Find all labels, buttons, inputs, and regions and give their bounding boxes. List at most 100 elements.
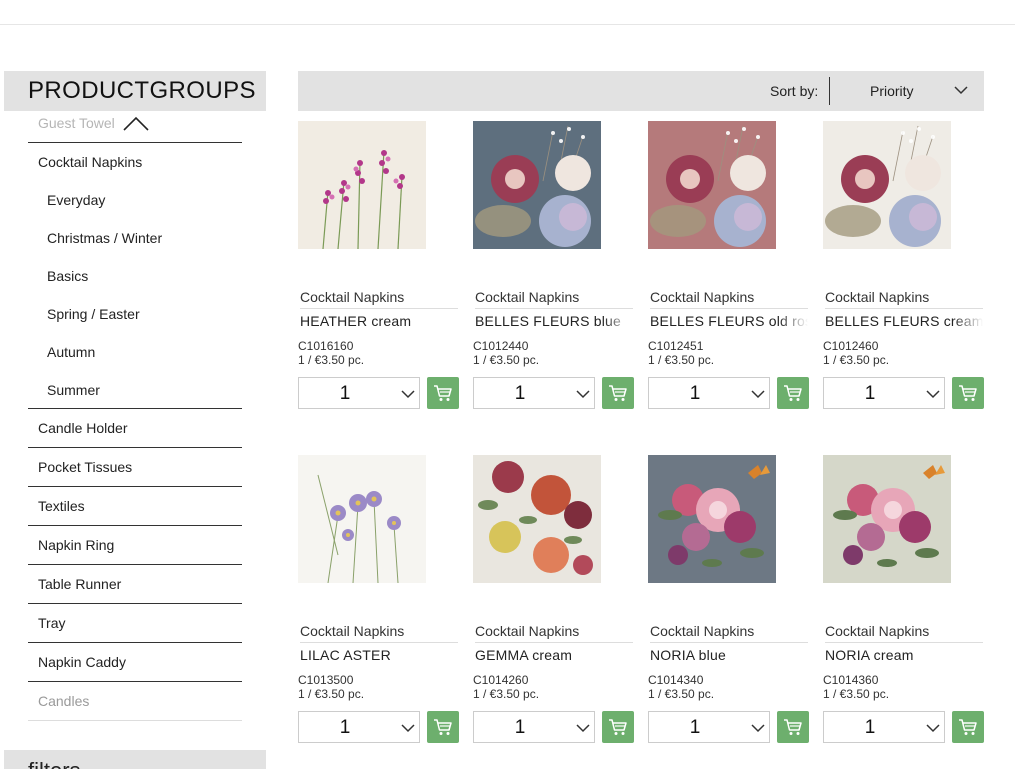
add-to-cart-button[interactable] (952, 711, 984, 743)
sidebar-item-textiles[interactable]: Textiles (28, 487, 242, 526)
cart-icon (609, 719, 627, 735)
sidebar-item-basics[interactable]: Basics (28, 257, 242, 295)
product-card: Cocktail Napkins GEMMA cream C1014260 1 … (473, 455, 634, 745)
cart-icon (784, 719, 802, 735)
product-price: 1 / €3.50 pc. (473, 353, 540, 367)
cart-icon (434, 385, 452, 401)
product-name[interactable]: HEATHER cream (300, 313, 411, 329)
add-to-cart-button[interactable] (777, 377, 809, 409)
productgroups-header: PRODUCTGROUPS (4, 71, 266, 111)
name-fade (428, 313, 458, 329)
product-image[interactable] (298, 121, 426, 249)
sort-bar: Sort by: Priority (298, 71, 984, 111)
chevron-down-icon (926, 390, 940, 399)
quantity-value: 1 (689, 383, 701, 404)
product-price: 1 / €3.50 pc. (473, 687, 540, 701)
product-card: Cocktail Napkins BELLES FLEURS old rose … (648, 121, 809, 411)
quantity-value: 1 (514, 717, 526, 738)
quantity-select[interactable]: 1 (298, 711, 420, 743)
quantity-value: 1 (339, 717, 351, 738)
add-to-cart-button[interactable] (427, 377, 459, 409)
sidebar-item-christmas-winter[interactable]: Christmas / Winter (28, 219, 242, 257)
chevron-down-icon (401, 390, 415, 399)
name-fade (603, 647, 633, 663)
add-to-cart-button[interactable] (777, 711, 809, 743)
product-image[interactable] (473, 455, 601, 583)
chevron-down-icon (576, 724, 590, 733)
quantity-value: 1 (689, 717, 701, 738)
product-category: Cocktail Napkins (825, 623, 983, 643)
product-name[interactable]: BELLES FLEURS blue (475, 313, 621, 329)
product-name-wrap[interactable]: NORIA cream (825, 647, 983, 663)
product-image[interactable] (298, 455, 426, 583)
add-to-cart-button[interactable] (427, 711, 459, 743)
quantity-select[interactable]: 1 (823, 711, 945, 743)
quantity-select[interactable]: 1 (648, 711, 770, 743)
sidebar-item-candle-holder[interactable]: Candle Holder (28, 409, 242, 448)
name-fade (428, 647, 458, 663)
product-code: C1013500 (298, 673, 354, 687)
top-divider (0, 24, 1015, 25)
quantity-select[interactable]: 1 (473, 711, 595, 743)
product-image[interactable] (823, 455, 951, 583)
filters-header[interactable]: filters (4, 750, 266, 769)
quantity-select[interactable]: 1 (823, 377, 945, 409)
name-fade (953, 647, 983, 663)
product-image[interactable] (823, 121, 951, 249)
product-image[interactable] (473, 121, 601, 249)
product-code: C1016160 (298, 339, 354, 353)
quantity-select[interactable]: 1 (648, 377, 770, 409)
product-name[interactable]: LILAC ASTER (300, 647, 391, 663)
sidebar-item-napkin-caddy[interactable]: Napkin Caddy (28, 643, 242, 682)
product-name-wrap[interactable]: BELLES FLEURS cream (825, 313, 983, 329)
product-name[interactable]: NORIA cream (825, 647, 914, 663)
scroll-up-chevron-icon[interactable] (123, 115, 149, 131)
product-price: 1 / €3.50 pc. (823, 353, 890, 367)
sidebar-item-pocket-tissues[interactable]: Pocket Tissues (28, 448, 242, 487)
sidebar-item-spring-easter[interactable]: Spring / Easter (28, 295, 242, 333)
add-to-cart-button[interactable] (602, 377, 634, 409)
sidebar-item-candles[interactable]: Candles (28, 682, 242, 721)
sidebar-item-everyday[interactable]: Everyday (28, 181, 242, 219)
sidebar-item-summer[interactable]: Summer (28, 371, 242, 409)
product-code: C1012451 (648, 339, 704, 353)
product-name[interactable]: GEMMA cream (475, 647, 572, 663)
quantity-select[interactable]: 1 (473, 377, 595, 409)
product-card: Cocktail Napkins LILAC ASTER C1013500 1 … (298, 455, 459, 745)
product-name-wrap[interactable]: LILAC ASTER (300, 647, 458, 663)
sidebar-item-autumn[interactable]: Autumn (28, 333, 242, 371)
cart-icon (959, 385, 977, 401)
sort-label: Sort by: (770, 83, 819, 99)
quantity-value: 1 (339, 383, 351, 404)
quantity-select[interactable]: 1 (298, 377, 420, 409)
chevron-down-icon (926, 724, 940, 733)
sidebar: PRODUCTGROUPS Guest Towel Cocktail Napki… (4, 71, 266, 769)
cart-icon (609, 385, 627, 401)
sort-select[interactable]: Priority (870, 83, 914, 99)
product-image[interactable] (648, 455, 776, 583)
product-category: Cocktail Napkins (650, 623, 808, 643)
chevron-down-icon[interactable] (954, 85, 968, 95)
product-name-wrap[interactable]: HEATHER cream (300, 313, 458, 329)
product-category: Cocktail Napkins (825, 289, 983, 309)
product-image[interactable] (648, 121, 776, 249)
product-category: Cocktail Napkins (650, 289, 808, 309)
product-code: C1012460 (823, 339, 879, 353)
product-name-wrap[interactable]: NORIA blue (650, 647, 808, 663)
quantity-value: 1 (864, 717, 876, 738)
sidebar-item-napkin-ring[interactable]: Napkin Ring (28, 526, 242, 565)
product-name[interactable]: NORIA blue (650, 647, 726, 663)
product-price: 1 / €3.50 pc. (648, 687, 715, 701)
sidebar-item-tray[interactable]: Tray (28, 604, 242, 643)
product-code: C1014340 (648, 673, 704, 687)
cart-icon (434, 719, 452, 735)
add-to-cart-button[interactable] (952, 377, 984, 409)
product-name-wrap[interactable]: BELLES FLEURS old rose (650, 313, 808, 329)
sidebar-item-table-runner[interactable]: Table Runner (28, 565, 242, 604)
quantity-value: 1 (864, 383, 876, 404)
product-name-wrap[interactable]: BELLES FLEURS blue (475, 313, 633, 329)
add-to-cart-button[interactable] (602, 711, 634, 743)
product-code: C1014360 (823, 673, 879, 687)
sidebar-item-cocktail-napkins[interactable]: Cocktail Napkins (28, 143, 242, 181)
product-name-wrap[interactable]: GEMMA cream (475, 647, 633, 663)
